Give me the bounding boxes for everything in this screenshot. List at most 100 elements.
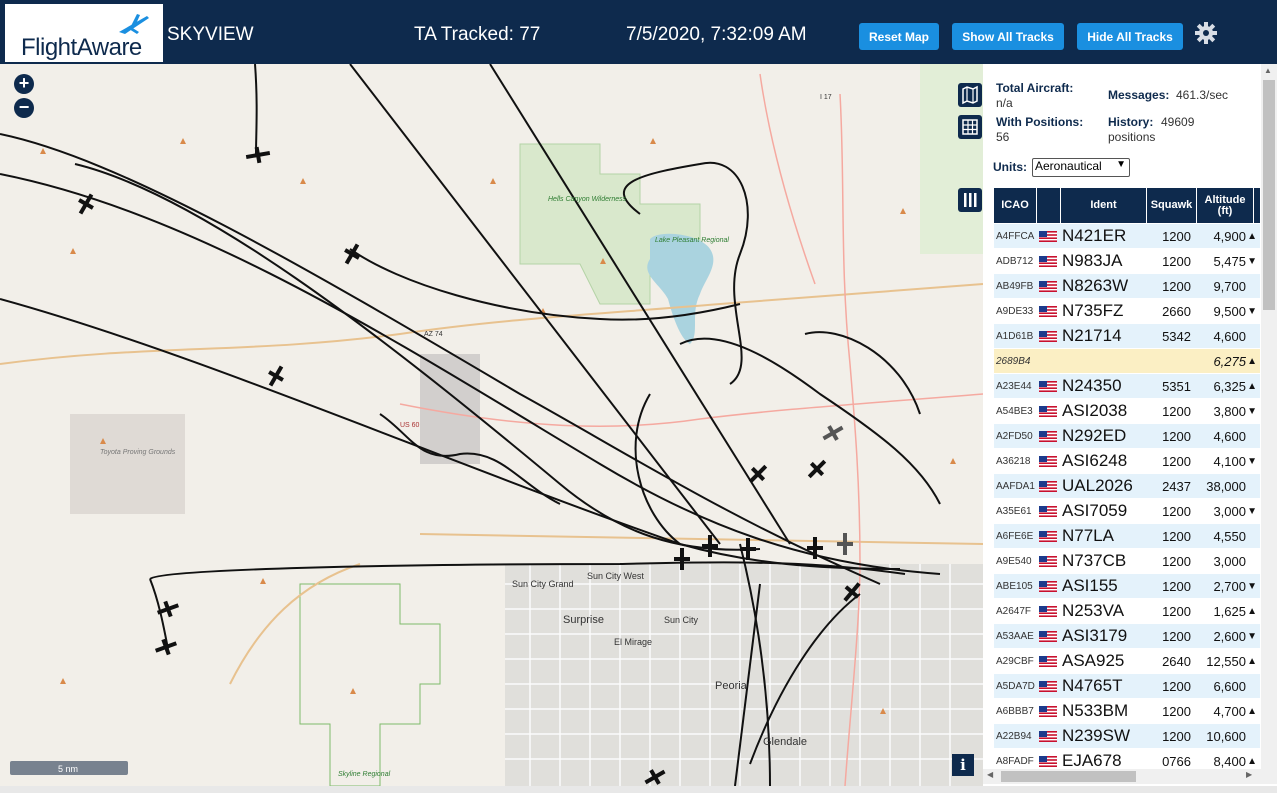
table-row[interactable]: A2647F N253VA 1200 1,625 ▲ (994, 599, 1260, 624)
label-us60: US 60 (400, 422, 420, 429)
map-canvas[interactable]: Hells Canyon Wilderness Lake Pleasant Re… (0, 64, 983, 786)
cell-icao: A53AAE (996, 630, 1034, 642)
table-row[interactable]: A53AAE ASI3179 1200 2,600 ▼ (994, 624, 1260, 649)
table-row[interactable]: A1D61B N21714 5342 4,600 (994, 324, 1260, 349)
cell-altitude: 2,600 ▼ (1195, 624, 1259, 648)
altitude-value: 9,500 (1213, 303, 1246, 319)
map-scale-label: 5 nm (58, 764, 79, 774)
altitude-value: 4,550 (1213, 528, 1246, 544)
us-flag-icon (1039, 274, 1059, 298)
panel-vertical-scrollbar[interactable]: ▲ (1261, 64, 1277, 769)
cell-ident: N8263W (1062, 276, 1129, 295)
altitude-value: 2,600 (1213, 628, 1246, 644)
table-row[interactable]: 2689B4 6,275 ▲ (994, 349, 1260, 374)
aircraft-table-body: A4FFCA N421ER 1200 4,900 ▲ ADB712 N983JA 1200 5,… (994, 224, 1260, 774)
table-row[interactable]: A5DA7D N4765T 1200 6,600 (994, 674, 1260, 699)
table-row[interactable]: A22B94 N239SW 1200 10,600 (994, 724, 1260, 749)
cell-altitude: 6,600 (1195, 674, 1259, 698)
altitude-value: 4,100 (1213, 453, 1246, 469)
altitude-trend-icon: ▲ (1247, 655, 1257, 667)
info-button[interactable]: i (952, 754, 974, 776)
cell-ident: ASI6248 (1062, 451, 1128, 470)
columns-toggle-button[interactable] (958, 188, 982, 212)
table-row[interactable]: ADB712 N983JA 1200 5,475 ▼ (994, 249, 1260, 274)
scroll-thumb[interactable] (1263, 80, 1275, 310)
table-row[interactable]: A6BBB7 N533BM 1200 4,700 ▲ (994, 699, 1260, 724)
flightaware-logo[interactable]: FlightAware (5, 4, 163, 62)
table-row[interactable]: A29CBF ASA925 2640 12,550 ▲ (994, 649, 1260, 674)
cell-ident: N24350 (1062, 376, 1122, 395)
altitude-value: 4,900 (1213, 228, 1246, 244)
cell-squawk: 1200 (1162, 503, 1191, 519)
zoom-in-button[interactable]: + (14, 74, 34, 94)
cell-altitude: 1,625 ▲ (1195, 599, 1259, 623)
panel-horizontal-scrollbar[interactable]: ◀ ▶ (983, 769, 1277, 784)
map-layers-button[interactable] (958, 83, 982, 107)
hide-all-tracks-button[interactable]: Hide All Tracks (1077, 23, 1183, 50)
altitude-value: 1,625 (1213, 603, 1246, 619)
show-all-tracks-button[interactable]: Show All Tracks (952, 23, 1064, 50)
scroll-left-arrow[interactable]: ◀ (987, 770, 993, 779)
cell-altitude: 4,900 ▲ (1195, 224, 1259, 248)
cell-squawk: 1200 (1162, 578, 1191, 594)
label-glendale: Glendale (763, 736, 807, 748)
column-icao[interactable]: ICAO (994, 188, 1037, 223)
altitude-trend-icon: ▲ (1247, 230, 1257, 242)
scroll-up-arrow[interactable]: ▲ (1264, 66, 1272, 75)
cell-squawk: 2640 (1162, 653, 1191, 669)
reset-map-button[interactable]: Reset Map (859, 23, 939, 50)
column-flag[interactable] (1037, 188, 1061, 223)
altitude-value: 9,700 (1213, 278, 1246, 294)
us-flag-icon (1039, 424, 1059, 448)
grid-toggle-button[interactable] (958, 115, 982, 139)
cell-icao: A22B94 (996, 730, 1032, 742)
scroll-h-thumb[interactable] (1001, 771, 1136, 782)
table-row[interactable]: A35E61 ASI7059 1200 3,000 ▼ (994, 499, 1260, 524)
table-row[interactable]: A9DE33 N735FZ 2660 9,500 ▼ (994, 299, 1260, 324)
table-row[interactable]: AB49FB N8263W 1200 9,700 (994, 274, 1260, 299)
altitude-trend-icon: ▼ (1247, 455, 1257, 467)
cell-icao: A35E61 (996, 505, 1032, 517)
table-row[interactable]: A6FE6E N77LA 1200 4,550 (994, 524, 1260, 549)
scroll-right-arrow[interactable]: ▶ (1246, 770, 1252, 779)
column-ident[interactable]: Ident (1061, 188, 1147, 223)
us-flag-icon (1039, 624, 1059, 648)
label-sun-city-west: Sun City West (587, 571, 644, 581)
label-toyota: Toyota Proving Grounds (100, 449, 176, 456)
column-altitude[interactable]: Altitude (ft) (1197, 188, 1254, 223)
us-flag-icon (1039, 649, 1059, 673)
table-row[interactable]: AAFDA1 UAL2026 2437 38,000 (994, 474, 1260, 499)
altitude-trend-icon: ▼ (1247, 630, 1257, 642)
label-az74: AZ 74 (424, 331, 443, 338)
table-row[interactable]: A23E44 N24350 5351 6,325 ▲ (994, 374, 1260, 399)
cell-altitude: 3,000 (1195, 549, 1259, 573)
us-flag-icon (1039, 449, 1059, 473)
table-row[interactable]: A4FFCA N421ER 1200 4,900 ▲ (994, 224, 1260, 249)
cell-ident: N735FZ (1062, 301, 1124, 320)
cell-ident: N533BM (1062, 701, 1129, 720)
table-row[interactable]: A9E540 N737CB 1200 3,000 (994, 549, 1260, 574)
cell-ident: N983JA (1062, 251, 1123, 270)
column-squawk[interactable]: Squawk (1147, 188, 1197, 223)
cell-altitude: 12,550 ▲ (1195, 649, 1259, 673)
table-row[interactable]: ABE105 ASI155 1200 2,700 ▼ (994, 574, 1260, 599)
cell-ident: N292ED (1062, 426, 1127, 445)
gear-icon[interactable] (1194, 21, 1218, 45)
us-flag-icon (1039, 399, 1059, 423)
table-row[interactable]: A54BE3 ASI2038 1200 3,800 ▼ (994, 399, 1260, 424)
altitude-value: 5,475 (1213, 253, 1246, 269)
chevron-down-icon: ▼ (1116, 159, 1126, 170)
cell-squawk: 1200 (1162, 528, 1191, 544)
altitude-value: 4,600 (1213, 428, 1246, 444)
altitude-trend-icon: ▼ (1247, 580, 1257, 592)
altitude-trend-icon: ▼ (1247, 255, 1257, 267)
cell-icao: A9E540 (996, 555, 1032, 567)
zoom-out-button[interactable]: − (14, 98, 34, 118)
table-row[interactable]: A2FD50 N292ED 1200 4,600 (994, 424, 1260, 449)
table-row[interactable]: A36218 ASI6248 1200 4,100 ▼ (994, 449, 1260, 474)
cell-altitude: 4,700 ▲ (1195, 699, 1259, 723)
map-view[interactable]: Hells Canyon Wilderness Lake Pleasant Re… (0, 64, 983, 786)
altitude-trend-icon: ▲ (1247, 380, 1257, 392)
altitude-value: 3,000 (1213, 503, 1246, 519)
units-select[interactable]: Aeronautical ▼ (1032, 158, 1130, 177)
